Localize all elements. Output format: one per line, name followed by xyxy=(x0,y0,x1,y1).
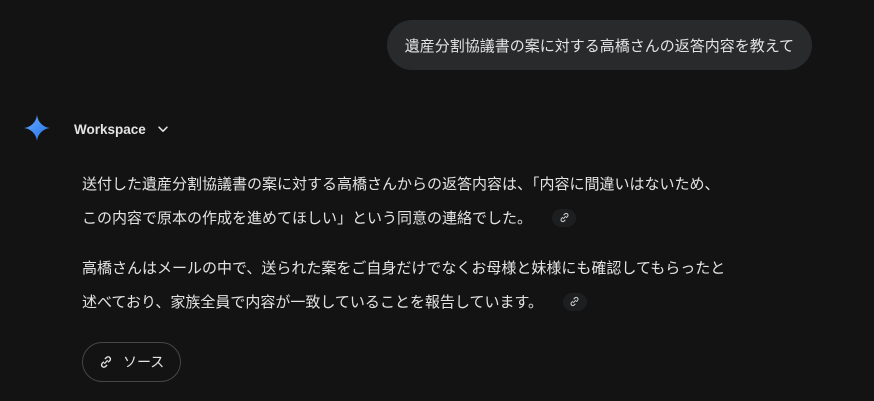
response-line: 述べており、家族全員で内容が一致していることを報告しています。 xyxy=(82,285,842,319)
citation-chip[interactable] xyxy=(562,292,587,311)
user-message-bubble: 遺産分割協議書の案に対する高橋さんの返答内容を教えて xyxy=(386,20,812,70)
user-message-text: 遺産分割協議書の案に対する高橋さんの返答内容を教えて xyxy=(404,36,794,55)
gemini-sparkle-icon xyxy=(24,115,50,141)
response-line: 送付した遺産分割協議書の案に対する高橋さんからの返答内容は、「内容に間違いはない… xyxy=(82,167,842,201)
chat-page: 遺産分割協議書の案に対する高橋さんの返答内容を教えて Workspace 送付し… xyxy=(0,0,874,401)
link-icon xyxy=(560,212,568,223)
model-selector[interactable]: Workspace xyxy=(74,118,170,140)
chevron-down-icon xyxy=(158,126,168,132)
response-line-text: 高橋さんはメールの中で、送られた案をご自身だけでなくお母様と妹様にも確認してもら… xyxy=(82,259,726,277)
model-name: Workspace xyxy=(74,121,146,137)
citation-chip[interactable] xyxy=(552,208,577,227)
response-paragraph: 送付した遺産分割協議書の案に対する高橋さんからの返答内容は、「内容に間違いはない… xyxy=(82,167,842,235)
link-icon xyxy=(100,356,112,368)
sources-button[interactable]: ソース xyxy=(82,342,182,382)
response-line-text: 送付した遺産分割協議書の案に対する高橋さんからの返答内容は、「内容に間違いはない… xyxy=(82,175,720,193)
response-line: 高橋さんはメールの中で、送られた案をご自身だけでなくお母様と妹様にも確認してもら… xyxy=(82,251,842,285)
response-body: 送付した遺産分割協議書の案に対する高橋さんからの返答内容は、「内容に間違いはない… xyxy=(82,167,842,319)
response-paragraph: 高橋さんはメールの中で、送られた案をご自身だけでなくお母様と妹様にも確認してもら… xyxy=(82,251,842,319)
response-line: この内容で原本の作成を進めてほしい」という同意の連絡でした。 xyxy=(82,201,842,235)
response-line-text: この内容で原本の作成を進めてほしい」という同意の連絡でした。 xyxy=(82,209,533,227)
sources-button-label: ソース xyxy=(123,355,165,371)
response-line-text: 述べており、家族全員で内容が一致していることを報告しています。 xyxy=(82,293,543,311)
link-icon xyxy=(570,296,579,307)
